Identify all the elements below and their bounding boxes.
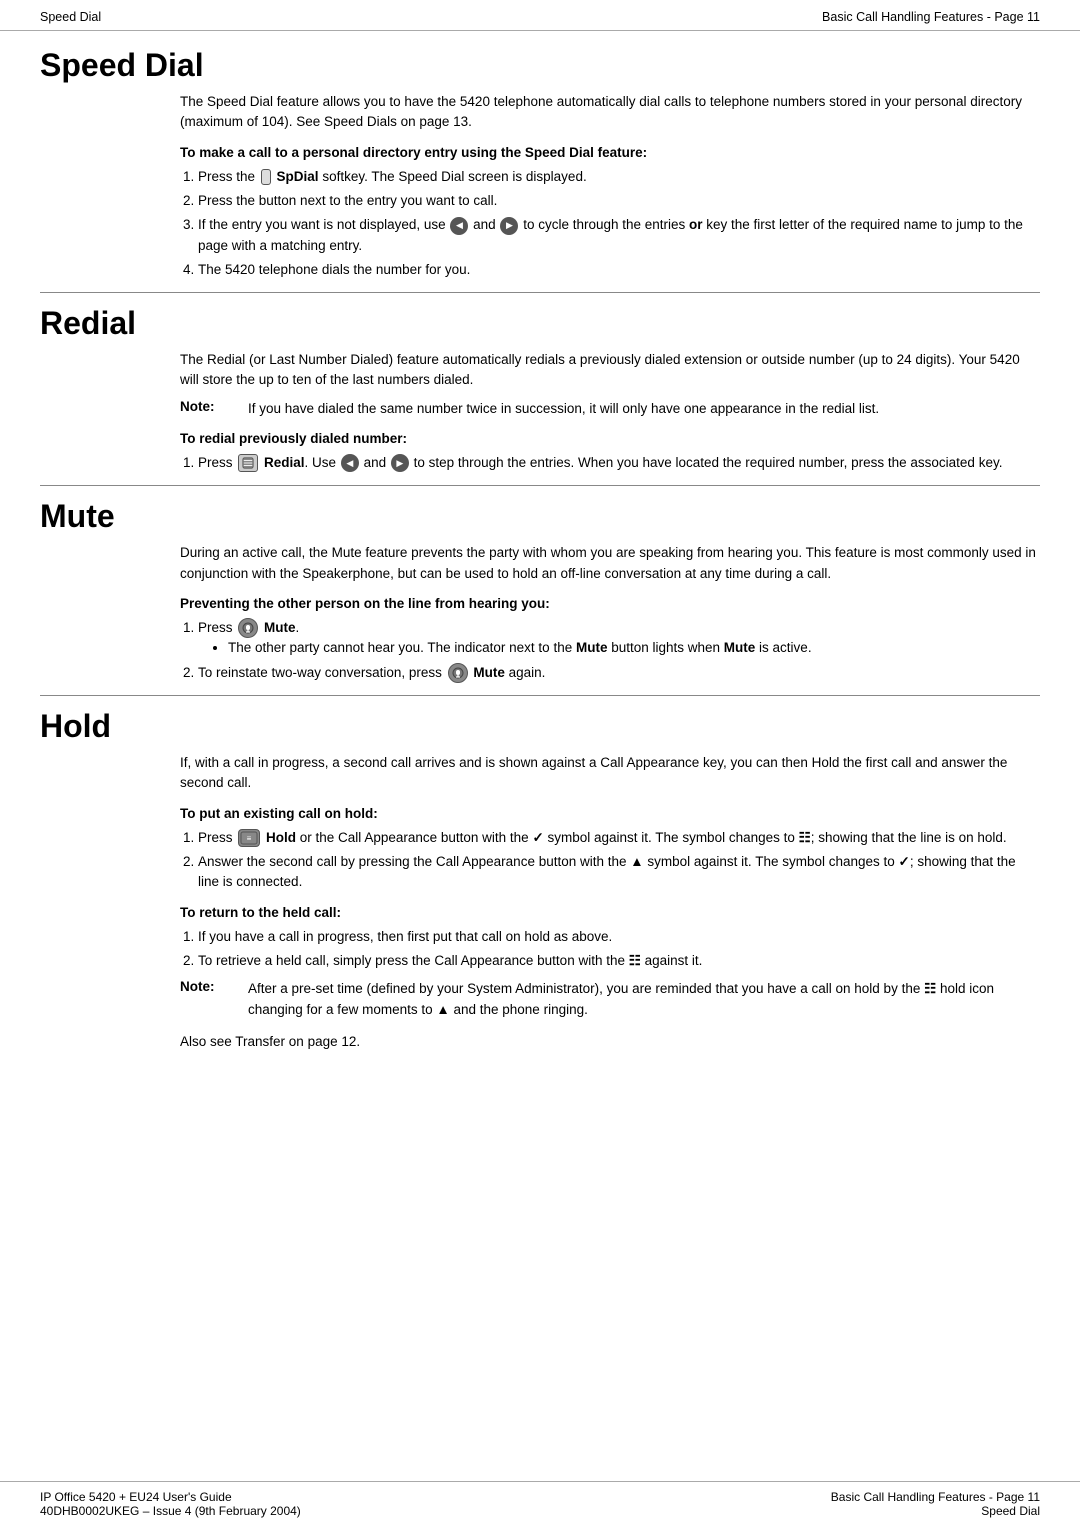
speed-dial-step-1: Press the SpDial softkey. The Speed Dial… bbox=[198, 167, 1040, 187]
redial-steps: Press Redial. Use ◀ and ▶ to step throug… bbox=[198, 453, 1040, 473]
hold-also-see: Also see Transfer on page 12. bbox=[180, 1032, 1040, 1052]
divider-2 bbox=[40, 485, 1040, 486]
header-left: Speed Dial bbox=[40, 10, 101, 24]
redial-note-text: If you have dialed the same number twice… bbox=[248, 399, 879, 419]
mute-step-2: To reinstate two-way conversation, press… bbox=[198, 663, 1040, 683]
redial-step-1: Press Redial. Use ◀ and ▶ to step throug… bbox=[198, 453, 1040, 473]
redial-button-icon bbox=[238, 454, 258, 472]
redial-intro: The Redial (or Last Number Dialed) featu… bbox=[180, 350, 1040, 391]
footer-right-line1: Basic Call Handling Features - Page 11 bbox=[831, 1490, 1040, 1504]
speed-dial-step-4: The 5420 telephone dials the number for … bbox=[198, 260, 1040, 280]
spdial-softkey-icon bbox=[261, 169, 271, 185]
footer-right-line2: Speed Dial bbox=[831, 1504, 1040, 1518]
speed-dial-instruction-header: To make a call to a personal directory e… bbox=[180, 143, 1040, 163]
mute-title: Mute bbox=[40, 492, 1040, 535]
redial-note: Note: If you have dialed the same number… bbox=[180, 399, 1040, 419]
hold-return-step-2: To retrieve a held call, simply press th… bbox=[198, 951, 1040, 971]
page-footer: IP Office 5420 + EU24 User's Guide 40DHB… bbox=[0, 1481, 1080, 1528]
redial-arrow-right-icon: ▶ bbox=[391, 454, 409, 472]
hold-step-2: Answer the second call by pressing the C… bbox=[198, 852, 1040, 893]
hold-steps-1: Press ≡ Hold or the Call Appearance butt… bbox=[198, 828, 1040, 893]
section-redial: Redial The Redial (or Last Number Dialed… bbox=[40, 299, 1040, 473]
footer-right: Basic Call Handling Features - Page 11 S… bbox=[831, 1490, 1040, 1518]
footer-left-line2: 40DHB0002UKEG – Issue 4 (9th February 20… bbox=[40, 1504, 301, 1518]
hold-title: Hold bbox=[40, 702, 1040, 745]
mute-instruction-header: Preventing the other person on the line … bbox=[180, 594, 1040, 614]
header-right: Basic Call Handling Features - Page 11 bbox=[822, 10, 1040, 24]
redial-note-label: Note: bbox=[180, 399, 240, 419]
section-hold: Hold If, with a call in progress, a seco… bbox=[40, 702, 1040, 1052]
mute-body: During an active call, the Mute feature … bbox=[180, 543, 1040, 683]
svg-text:≡: ≡ bbox=[247, 834, 252, 843]
speed-dial-steps: Press the SpDial softkey. The Speed Dial… bbox=[198, 167, 1040, 280]
hold-body: If, with a call in progress, a second ca… bbox=[180, 753, 1040, 1052]
hold-button-icon: ≡ bbox=[238, 829, 260, 847]
hold-instruction-header-2: To return to the held call: bbox=[180, 903, 1040, 923]
hold-intro: If, with a call in progress, a second ca… bbox=[180, 753, 1040, 794]
hold-note-text: After a pre-set time (defined by your Sy… bbox=[248, 979, 1040, 1020]
speed-dial-title: Speed Dial bbox=[40, 41, 1040, 84]
mute-button-icon-2 bbox=[448, 663, 468, 683]
mute-intro: During an active call, the Mute feature … bbox=[180, 543, 1040, 584]
speed-dial-intro: The Speed Dial feature allows you to hav… bbox=[180, 92, 1040, 133]
hold-step-1: Press ≡ Hold or the Call Appearance butt… bbox=[198, 828, 1040, 848]
hold-note: Note: After a pre-set time (defined by y… bbox=[180, 979, 1040, 1020]
redial-arrow-left-icon: ◀ bbox=[341, 454, 359, 472]
redial-title: Redial bbox=[40, 299, 1040, 342]
page-header: Speed Dial Basic Call Handling Features … bbox=[0, 0, 1080, 31]
speed-dial-body: The Speed Dial feature allows you to hav… bbox=[180, 92, 1040, 280]
hold-instruction-header-1: To put an existing call on hold: bbox=[180, 804, 1040, 824]
mute-steps: Press Mute. The other party cannot hear … bbox=[198, 618, 1040, 683]
mute-button-icon bbox=[238, 618, 258, 638]
speed-dial-step-3: If the entry you want is not displayed, … bbox=[198, 215, 1040, 256]
main-content: Speed Dial The Speed Dial feature allows… bbox=[0, 31, 1080, 1142]
hold-return-step-1: If you have a call in progress, then fir… bbox=[198, 927, 1040, 947]
footer-left-line1: IP Office 5420 + EU24 User's Guide bbox=[40, 1490, 301, 1504]
page-container: Speed Dial Basic Call Handling Features … bbox=[0, 0, 1080, 1528]
speed-dial-step-2: Press the button next to the entry you w… bbox=[198, 191, 1040, 211]
redial-instruction-header: To redial previously dialed number: bbox=[180, 429, 1040, 449]
mute-step-1: Press Mute. The other party cannot hear … bbox=[198, 618, 1040, 659]
arrow-right-icon: ▶ bbox=[500, 217, 518, 235]
section-speed-dial: Speed Dial The Speed Dial feature allows… bbox=[40, 41, 1040, 280]
mute-bullets: The other party cannot hear you. The ind… bbox=[228, 638, 1040, 658]
divider-3 bbox=[40, 695, 1040, 696]
mute-bullet-1: The other party cannot hear you. The ind… bbox=[228, 638, 1040, 658]
section-mute: Mute During an active call, the Mute fea… bbox=[40, 492, 1040, 683]
divider-1 bbox=[40, 292, 1040, 293]
hold-note-label: Note: bbox=[180, 979, 240, 1020]
redial-body: The Redial (or Last Number Dialed) featu… bbox=[180, 350, 1040, 473]
footer-left: IP Office 5420 + EU24 User's Guide 40DHB… bbox=[40, 1490, 301, 1518]
hold-steps-2: If you have a call in progress, then fir… bbox=[198, 927, 1040, 972]
arrow-left-icon: ◀ bbox=[450, 217, 468, 235]
